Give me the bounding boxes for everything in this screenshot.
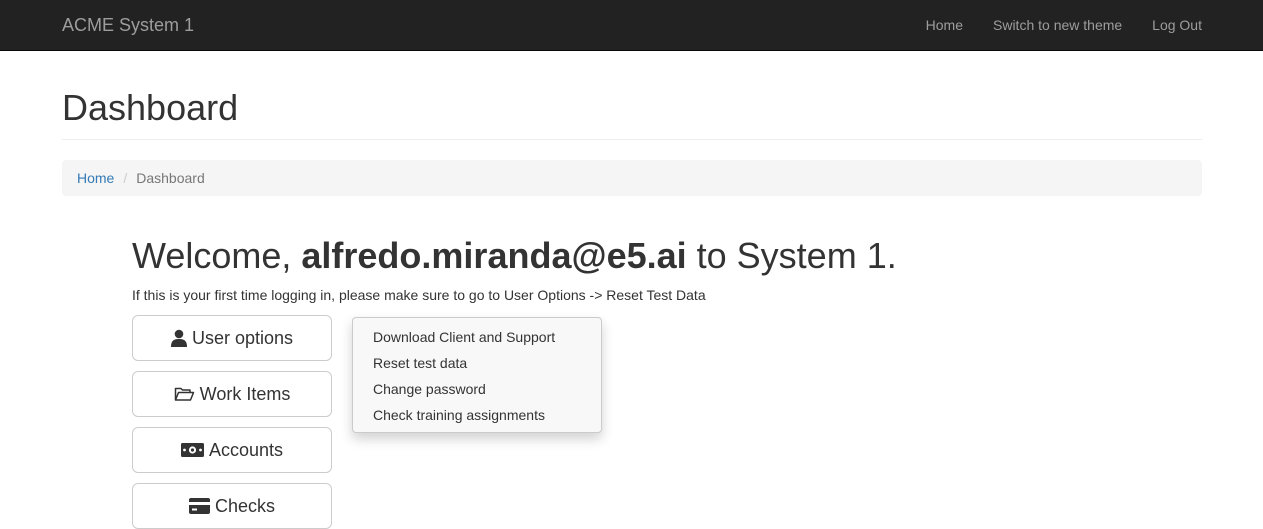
accounts-label: Accounts — [208, 439, 284, 460]
menu-item-change-password[interactable]: Change password — [353, 376, 601, 402]
checks-button[interactable]: Checks — [132, 483, 332, 529]
welcome-suffix: to System 1. — [686, 235, 897, 276]
title-divider — [62, 139, 1202, 140]
user-icon — [170, 329, 187, 347]
breadcrumb-home-link[interactable]: Home — [77, 170, 114, 186]
nav-switch-theme-link[interactable]: Switch to new theme — [993, 0, 1122, 50]
welcome-heading: Welcome, alfredo.miranda@e5.ai to System… — [132, 234, 897, 278]
user-options-label: User options — [191, 327, 294, 348]
user-options-dropdown: Download Client and Support Reset test d… — [352, 317, 602, 433]
accounts-button[interactable]: Accounts — [132, 427, 332, 473]
folder-open-icon — [174, 387, 194, 401]
brand-link[interactable]: ACME System 1 — [62, 15, 194, 35]
welcome-prefix: Welcome, — [132, 235, 302, 276]
menu-item-reset-test-data[interactable]: Reset test data — [353, 350, 601, 376]
menu-item-check-training[interactable]: Check training assignments — [353, 402, 601, 428]
user-options-button[interactable]: User options — [132, 315, 332, 361]
work-items-label: Work Items — [199, 383, 291, 404]
nav-logout-link[interactable]: Log Out — [1152, 0, 1202, 50]
breadcrumb: Home / Dashboard — [62, 160, 1202, 196]
page-title: Dashboard — [62, 87, 239, 128]
credit-card-icon — [188, 498, 210, 514]
nav-links: Home Switch to new theme Log Out — [896, 0, 1202, 50]
breadcrumb-current: Dashboard — [136, 170, 205, 186]
nav-home-link[interactable]: Home — [926, 0, 963, 50]
work-items-button[interactable]: Work Items — [132, 371, 332, 417]
top-navbar: ACME System 1 Home Switch to new theme L… — [0, 0, 1263, 51]
welcome-username: alfredo.miranda@e5.ai — [301, 235, 687, 276]
menu-item-download-client[interactable]: Download Client and Support — [353, 324, 601, 350]
breadcrumb-separator: / — [123, 170, 128, 186]
checks-label: Checks — [214, 495, 276, 516]
first-login-hint: If this is your first time logging in, p… — [132, 287, 706, 303]
money-icon — [180, 443, 204, 457]
